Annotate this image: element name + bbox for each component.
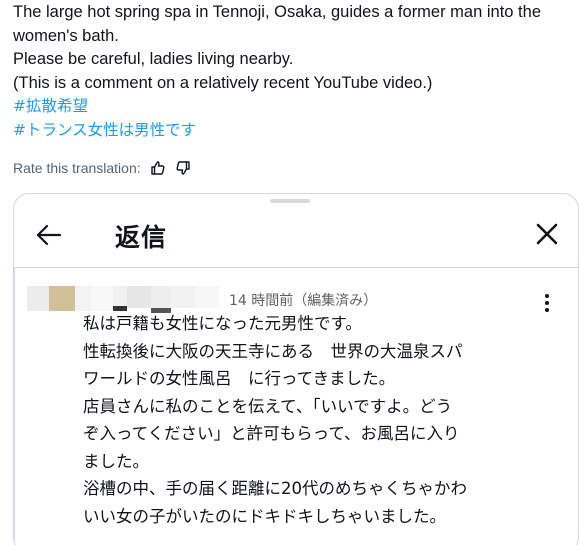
comment-line: 私は戸籍も女性になった元男性です。: [83, 314, 362, 333]
reply-comment-panel: 14 時間前（編集済み） 私は戸籍も女性になった元男性です。 性転換後に大阪の天…: [14, 267, 578, 545]
comment-timestamp: 14 時間前（編集済み）: [229, 293, 378, 309]
thumbs-down-icon[interactable]: [175, 160, 191, 176]
comment-line: ぞ入ってください」と許可もらって、お風呂に入り: [83, 424, 460, 443]
tweet-line: women's bath.: [13, 26, 119, 45]
comment-line: ました。: [83, 451, 149, 471]
rate-translation-row: Rate this translation:: [13, 158, 191, 178]
tweet-line: Please be careful, ladies living nearby.: [13, 50, 294, 68]
close-icon[interactable]: [533, 220, 561, 248]
modal-title: 返信: [115, 223, 168, 252]
tweet-line: (This is a comment on a relatively recen…: [13, 73, 433, 92]
thumbs-up-icon[interactable]: [150, 160, 166, 176]
arrow-left-icon[interactable]: [34, 220, 64, 250]
tweet-line: The large hot spring spa in Tennoji, Osa…: [13, 3, 541, 21]
comment-line: いい女の子がいたのにドキドキしちゃいました。: [83, 506, 446, 526]
hashtag-link[interactable]: #トランス女性は男性です: [13, 119, 573, 143]
embedded-screenshot: 返信 14 時間前（編集済み） 私は戸籍も女性になった元男性です。 性転換後に大…: [13, 193, 579, 545]
comment-line: 性転換後に大阪の天王寺にある 世界の大温泉スパ: [83, 341, 463, 361]
comment-line: 浴槽の中、手の届く距離に20代のめちゃくちゃかわ: [83, 479, 467, 498]
reply-modal-header: 返信: [14, 208, 578, 266]
drag-handle: [270, 199, 310, 203]
comment-text: 私は戸籍も女性になった元男性です。 性転換後に大阪の天王寺にある 世界の大温泉ス…: [83, 310, 553, 530]
hashtag-link[interactable]: #拡散希望: [13, 95, 573, 119]
tweet-text: The large hot spring spa in Tennoji, Osa…: [13, 1, 573, 142]
comment-line: ワールドの女性風呂 に行ってきました。: [83, 369, 396, 388]
rate-translation-label: Rate this translation:: [13, 160, 141, 176]
comment-line: 店員さんに私のことを伝えて、「いいですよ。どう: [83, 396, 453, 416]
